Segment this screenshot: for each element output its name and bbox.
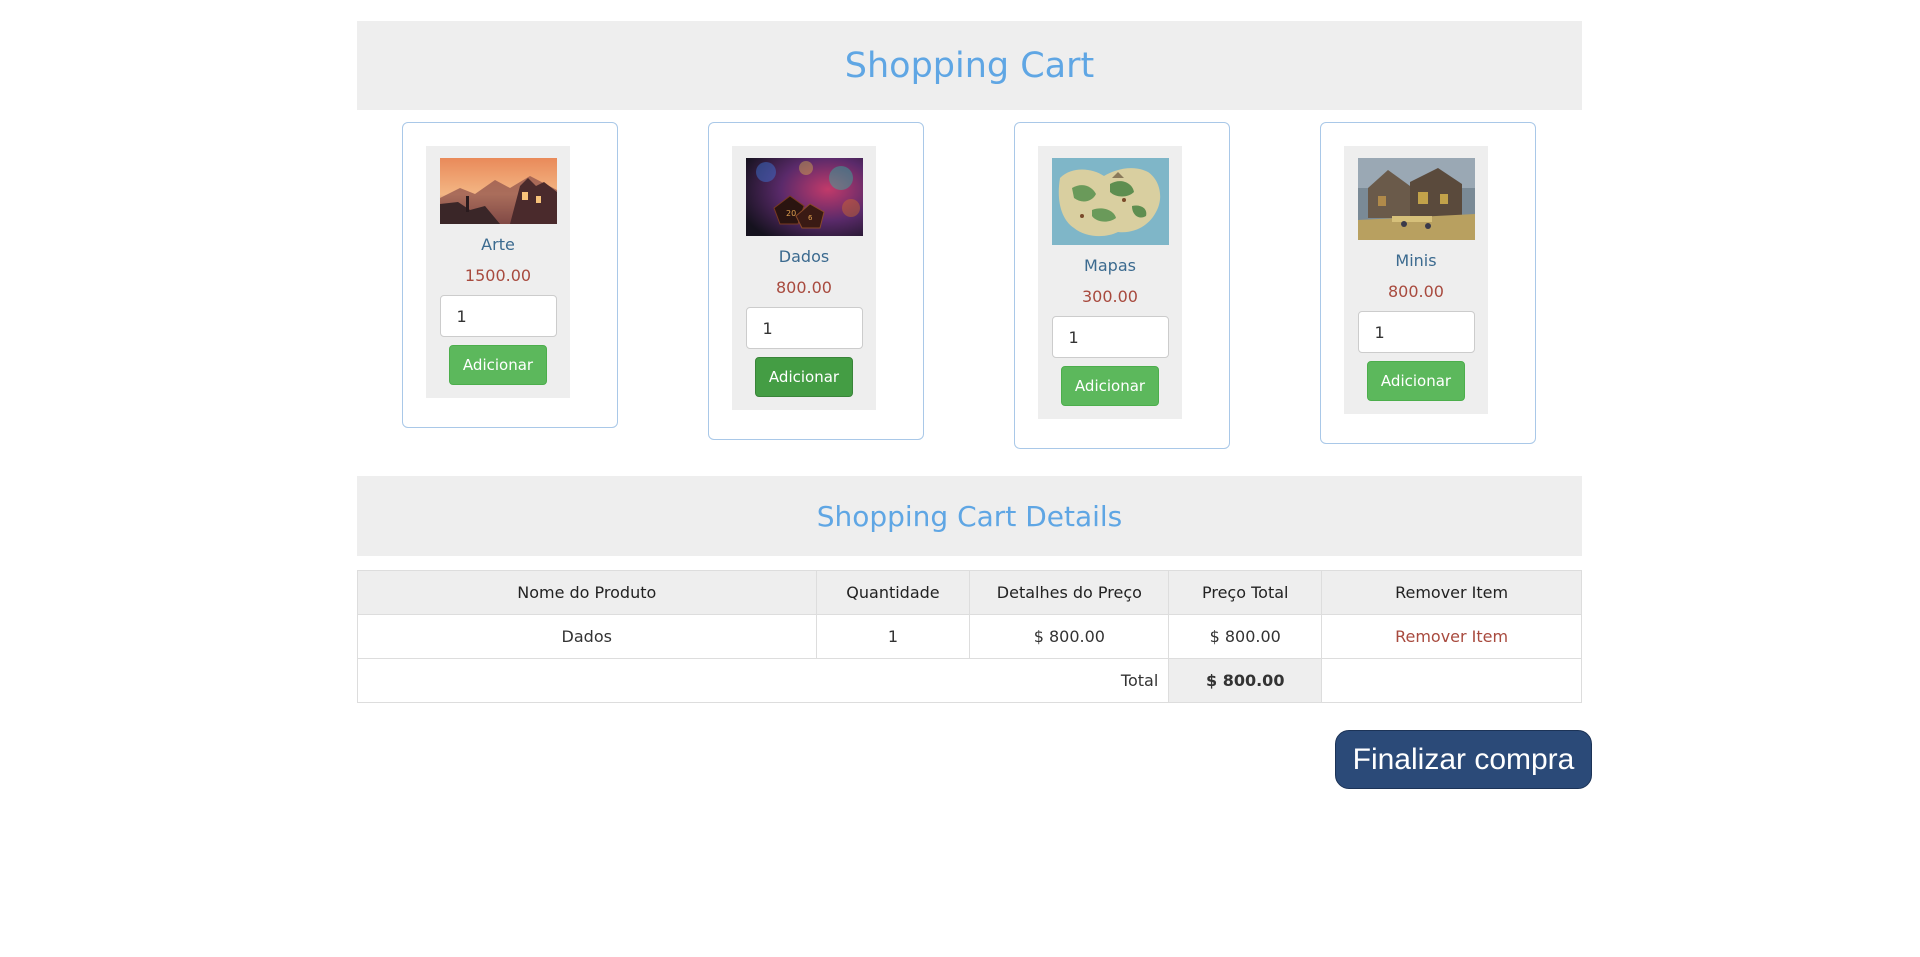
cell-total-price: $ 800.00 [1168,614,1323,659]
table-header-row: Nome do Produto Quantidade Detalhes do P… [357,570,1582,615]
details-header-bar: Shopping Cart Details [357,476,1582,556]
add-to-cart-button[interactable]: Adicionar [1367,361,1465,401]
table-row: Dados 1 $ 800.00 $ 800.00 Remover Item [357,614,1582,659]
quantity-input[interactable] [745,307,863,349]
product-grid: Arte 1500.00 Adicionar [357,122,1582,452]
column-header-total-price: Preço Total [1168,570,1323,615]
header-bar: Shopping Cart [357,21,1582,110]
dice-image: 20 6 [745,158,863,236]
cart-details-table: Nome do Produto Quantidade Detalhes do P… [356,570,1582,703]
product-card: Arte 1500.00 Adicionar [426,146,570,398]
quantity-input[interactable] [1357,311,1475,353]
product-price: 300.00 [1082,287,1138,306]
product-price: 1500.00 [464,266,532,285]
total-label: Total [356,658,1170,703]
column-header-price-details: Detalhes do Preço [969,570,1170,615]
cell-product-name: Dados [357,614,817,659]
product-card: Mapas 300.00 Adicionar [1038,146,1182,419]
product-card: 20 6 Dados 800.00 Adicionar [732,146,876,410]
fantasy-map-image [1051,158,1169,245]
table-total-row: Total $ 800.00 [356,658,1582,703]
details-title: Shopping Cart Details [816,499,1123,533]
column-header-product-name: Nome do Produto [357,570,817,615]
product-card: Minis 800.00 Adicionar [1344,146,1488,414]
cell-remove: Remover Item [1321,614,1582,659]
remove-item-link[interactable]: Remover Item [1395,627,1508,646]
product-name: Arte [481,235,515,254]
checkout-button[interactable]: Finalizar compra [1335,730,1592,789]
product-column-mapas: Mapas 300.00 Adicionar [1014,122,1230,449]
product-column-minis: Minis 800.00 Adicionar [1320,122,1536,444]
quantity-input[interactable] [439,295,557,337]
cell-quantity: 1 [815,614,971,659]
column-header-quantity: Quantidade [815,570,971,615]
product-name: Dados [778,247,830,266]
product-name: Minis [1395,251,1437,270]
product-column-dados: 20 6 Dados 800.00 Adicionar [708,122,924,440]
total-empty-cell [1321,658,1582,703]
miniatures-terrain-image [1357,158,1475,240]
page-title: Shopping Cart [844,45,1095,86]
product-price: 800.00 [1388,282,1444,301]
add-to-cart-button[interactable]: Adicionar [755,357,853,397]
quantity-input[interactable] [1051,316,1169,358]
add-to-cart-button[interactable]: Adicionar [449,345,547,385]
fantasy-town-sunset-image [439,158,557,224]
total-value: $ 800.00 [1168,658,1323,703]
page: Shopping Cart Arte 1500.00 1 Adicionar 2… [0,0,1920,957]
add-to-cart-button[interactable]: Adicionar [1061,366,1159,406]
svg-text:6: 6 [808,214,813,222]
svg-text:20: 20 [786,209,796,218]
product-name: Mapas [1084,256,1136,275]
product-column-arte: Arte 1500.00 Adicionar [402,122,618,428]
product-price: 800.00 [776,278,832,297]
column-header-remove-item: Remover Item [1321,570,1582,615]
cell-price-details: $ 800.00 [969,614,1170,659]
